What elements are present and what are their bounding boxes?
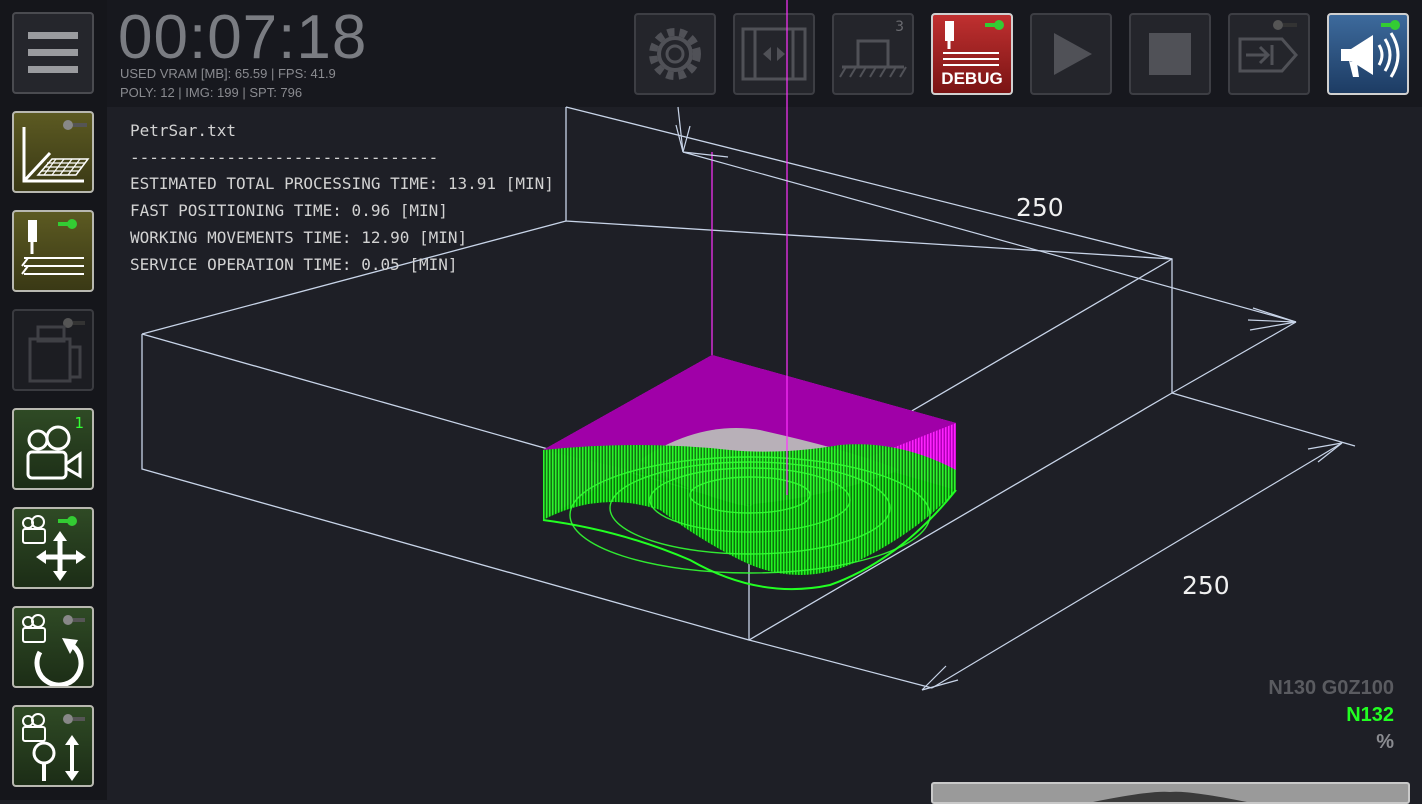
debug-label: DEBUG xyxy=(941,69,1003,88)
megaphone-icon xyxy=(1341,20,1400,78)
poly-img-stats: POLY: 12 | IMG: 199 | SPT: 796 xyxy=(120,85,303,100)
progress-wave xyxy=(1093,791,1247,802)
gcode-next-line: % xyxy=(1376,731,1394,753)
program-progress-bar xyxy=(931,782,1410,804)
working-movements-time: WORKING MOVEMENTS TIME: 12.90 [MIN] xyxy=(130,227,468,247)
processing-info-panel: PetrSar.txt -----------------------------… xyxy=(130,118,554,278)
dimension-width-label: 250 xyxy=(1016,193,1064,222)
camera-zoom-button[interactable] xyxy=(12,705,94,787)
menu-button[interactable] xyxy=(12,12,94,94)
export-button[interactable] xyxy=(1228,13,1310,95)
total-time: ESTIMATED TOTAL PROCESSING TIME: 13.91 [… xyxy=(130,174,554,194)
elapsed-timer: 00:07:18 xyxy=(118,3,368,72)
toolpath-grid-button[interactable] xyxy=(12,111,94,193)
export-icon xyxy=(1238,20,1298,73)
camera-icon xyxy=(26,425,82,480)
gcode-current-line: N132 xyxy=(1346,704,1394,726)
caliper-icon xyxy=(741,27,807,81)
spindle-icon xyxy=(21,219,84,275)
machine-view-button[interactable] xyxy=(12,309,94,391)
camera-move-icon xyxy=(22,515,86,581)
sound-button[interactable] xyxy=(1327,13,1409,95)
fixture-icon xyxy=(839,39,907,78)
camera-select-button[interactable]: 1 xyxy=(12,408,94,490)
settings-button[interactable] xyxy=(634,13,716,95)
vram-fps-stats: USED VRAM [MB]: 65.59 | FPS: 41.9 xyxy=(120,66,336,81)
fast-positioning-time: FAST POSITIONING TIME: 0.96 [MIN] xyxy=(130,201,448,221)
toolpath-solid xyxy=(542,355,957,591)
play-icon xyxy=(1054,33,1092,75)
dimension-depth-label: 250 xyxy=(1182,571,1230,600)
machine-icon xyxy=(28,318,85,383)
stop-button[interactable] xyxy=(1129,13,1211,95)
gear-icon xyxy=(649,28,701,80)
left-toolbar: 1 xyxy=(0,0,107,800)
info-separator: -------------------------------- xyxy=(130,147,439,167)
hamburger-icon xyxy=(28,32,78,73)
stop-icon xyxy=(1149,33,1191,75)
camera-zoom-icon xyxy=(22,713,85,781)
debug-button[interactable]: DEBUG xyxy=(931,13,1013,95)
program-filename: PetrSar.txt xyxy=(130,121,236,140)
tool-view-button[interactable] xyxy=(12,210,94,292)
play-button[interactable] xyxy=(1030,13,1112,95)
service-operation-time: SERVICE OPERATION TIME: 0.05 [MIN] xyxy=(130,254,458,274)
camera-pan-button[interactable] xyxy=(12,507,94,589)
gcode-previous-line: N130 G0Z100 xyxy=(1268,677,1394,699)
camera-rotate-icon xyxy=(22,614,85,686)
camera-rotate-button[interactable] xyxy=(12,606,94,688)
axis-grid-icon xyxy=(22,120,90,183)
measure-button[interactable] xyxy=(733,13,815,95)
machine-setup-button[interactable]: 3 xyxy=(832,13,914,95)
